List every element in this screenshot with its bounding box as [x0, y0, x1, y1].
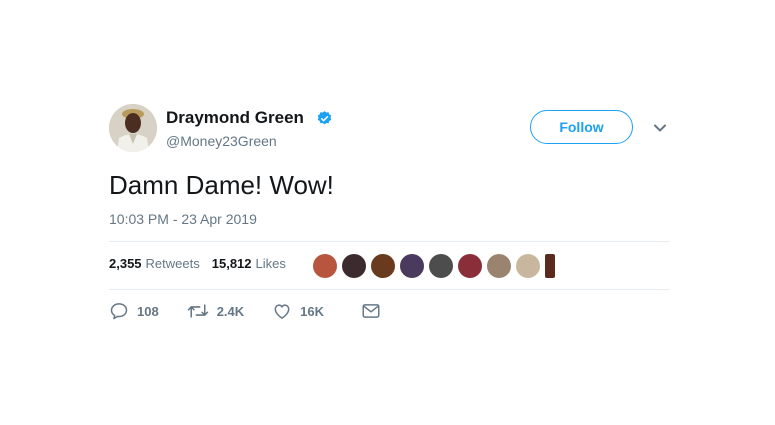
user-handle[interactable]: @Money23Green: [166, 133, 277, 149]
liker-avatar[interactable]: [429, 254, 453, 278]
retweet-icon: [187, 304, 208, 318]
liker-avatar[interactable]: [371, 254, 395, 278]
follow-button[interactable]: Follow: [530, 110, 633, 144]
like-count: 16K: [300, 303, 325, 319]
engagement-stats: 2,355 Retweets 15,812 Likes: [109, 256, 286, 271]
retweets-label: Retweets: [145, 256, 200, 271]
chevron-down-icon[interactable]: [652, 121, 668, 135]
likes-stat[interactable]: 15,812 Likes: [212, 256, 286, 271]
reply-count: 108: [137, 303, 159, 319]
verified-badge-icon: [317, 111, 332, 125]
tweet-text: Damn Dame! Wow!: [109, 170, 334, 200]
reply-icon: [110, 303, 128, 320]
retweets-stat[interactable]: 2,355 Retweets: [109, 256, 200, 271]
heart-icon: [274, 304, 290, 319]
liker-avatar[interactable]: [400, 254, 424, 278]
liker-avatar[interactable]: [545, 254, 555, 278]
divider: [109, 289, 669, 290]
envelope-icon: [362, 304, 380, 318]
liker-avatar[interactable]: [342, 254, 366, 278]
direct-message-button[interactable]: [362, 303, 380, 319]
retweets-count: 2,355: [109, 256, 142, 271]
tweet-actions: 108 2.4K 16K: [109, 301, 380, 321]
tweet-timestamp[interactable]: 10:03 PM - 23 Apr 2019: [109, 211, 257, 227]
liker-avatar[interactable]: [458, 254, 482, 278]
reply-button[interactable]: 108: [109, 301, 159, 321]
like-button[interactable]: 16K: [272, 301, 324, 321]
liker-avatars: [313, 254, 555, 278]
retweet-count: 2.4K: [216, 303, 245, 319]
likes-count: 15,812: [211, 256, 252, 271]
liker-avatar[interactable]: [516, 254, 540, 278]
avatar[interactable]: [109, 104, 157, 152]
retweet-button[interactable]: 2.4K: [187, 301, 244, 321]
likes-label: Likes: [255, 256, 286, 271]
display-name[interactable]: Draymond Green: [166, 108, 304, 128]
tweet-card: Draymond Green @Money23Green Follow Damn…: [0, 0, 775, 425]
liker-avatar[interactable]: [313, 254, 337, 278]
divider: [109, 241, 669, 242]
liker-avatar[interactable]: [487, 254, 511, 278]
